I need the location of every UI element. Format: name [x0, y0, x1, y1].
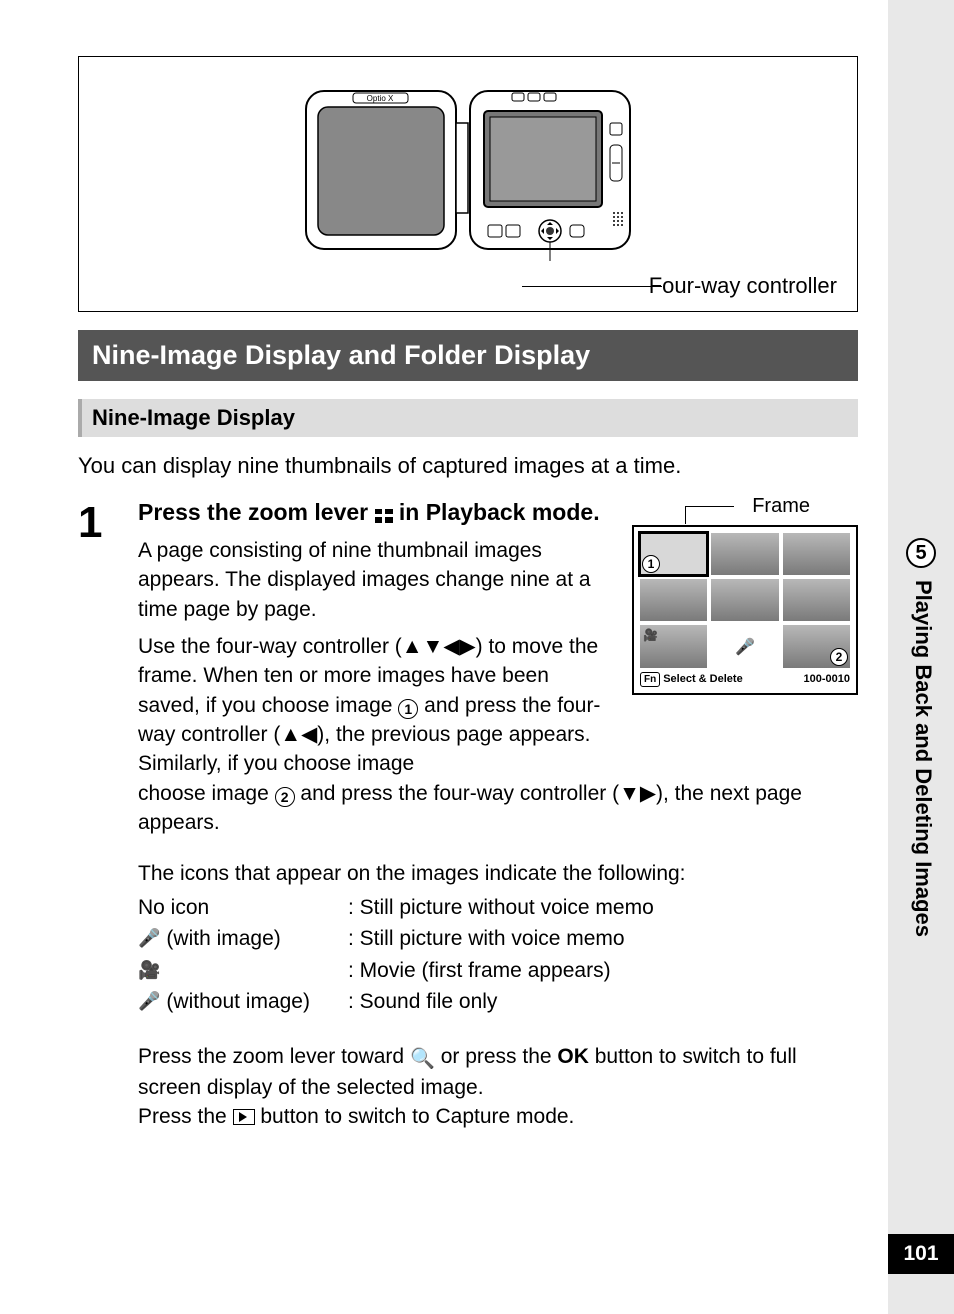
thumbnail-9: 2 — [783, 625, 850, 667]
fn-badge: Fn — [640, 672, 660, 687]
icon-row-1-right: : Still picture without voice memo — [348, 892, 654, 924]
final-paragraph: Press the zoom lever toward 🔍 or press t… — [138, 1042, 858, 1132]
intro-text: You can display nine thumbnails of captu… — [78, 451, 858, 481]
thumbnail-8: 🎤 — [711, 625, 778, 667]
step-desc-continuation: choose image 2 and press the four-way co… — [138, 779, 858, 838]
svg-text:Optio X: Optio X — [367, 94, 394, 103]
thumbnail-4 — [640, 579, 707, 621]
zoom-out-icon — [375, 509, 393, 523]
step-title-b: in Playback mode. — [393, 499, 600, 525]
ok-button-label: OK — [557, 1045, 589, 1068]
step-desc-b-wrap: Use the four-way controller (▲▼◀▶) to mo… — [138, 632, 612, 779]
step-desc-c2: choose image — [138, 782, 275, 805]
thumbnail-2 — [711, 533, 778, 575]
icon-row-1: No icon : Still picture without voice me… — [138, 892, 858, 924]
icon-row-3: 🎥 : Movie (first frame appears) — [138, 955, 858, 987]
playback-icon — [233, 1109, 255, 1125]
icon-row-1-left: No icon — [138, 892, 348, 924]
circled-2: 2 — [275, 787, 295, 807]
icon-row-2-right: : Still picture with voice memo — [348, 923, 625, 955]
camera-illustration: Optio X — [298, 83, 638, 263]
video-icon: 🎥 — [138, 957, 160, 984]
overlay-circled-2: 2 — [830, 648, 848, 666]
final-e: button to switch to Capture mode. — [255, 1105, 575, 1128]
mic-icon: 🎤 — [138, 925, 160, 952]
thumbnail-6 — [783, 579, 850, 621]
icon-legend-table: No icon : Still picture without voice me… — [138, 892, 858, 1018]
chapter-number-badge: 5 — [906, 538, 936, 568]
mic-icon: 🎤 — [735, 637, 755, 657]
lcd-screen: 1 🎥 🎤 2 FnSelect & — [632, 525, 858, 695]
overlay-circled-1: 1 — [642, 555, 660, 573]
chapter-title: Playing Back and Deleting Images — [910, 580, 936, 937]
thumbnail-1: 1 — [640, 533, 707, 575]
four-way-controller-label: Four-way controller — [649, 273, 837, 299]
step-desc-a: A page consisting of nine thumbnail imag… — [138, 536, 612, 624]
frame-callout-line — [686, 506, 734, 507]
page-number: 101 — [888, 1234, 954, 1274]
thumbnail-3 — [783, 533, 850, 575]
magnify-icon: 🔍 — [410, 1048, 435, 1070]
icon-row-2-left: (with image) — [166, 923, 280, 955]
subsection-title: Nine-Image Display — [78, 399, 858, 437]
final-a: Press the zoom lever toward — [138, 1045, 410, 1068]
icon-row-4-left: (without image) — [166, 986, 310, 1018]
select-delete-label: FnSelect & Delete — [640, 672, 743, 687]
step-title-a: Press the zoom lever — [138, 499, 375, 525]
icons-intro: The icons that appear on the images indi… — [138, 862, 858, 886]
thumbnail-grid: 1 🎥 🎤 2 — [640, 533, 850, 668]
thumbnail-7: 🎥 — [640, 625, 707, 667]
circled-1: 1 — [398, 699, 418, 719]
icon-row-4-right: : Sound file only — [348, 986, 497, 1018]
lcd-screen-figure: Frame 1 🎥 🎤 — [632, 497, 858, 779]
icon-row-2: 🎤(with image) : Still picture with voice… — [138, 923, 858, 955]
folder-number: 100-0010 — [804, 673, 851, 685]
final-b: or press the — [435, 1045, 558, 1068]
step-1: 1 Press the zoom lever in Playback mode.… — [78, 497, 858, 1132]
icon-row-4: 🎤(without image) : Sound file only — [138, 986, 858, 1018]
step-number: 1 — [78, 501, 138, 1132]
lcd-status-bar: FnSelect & Delete 100-0010 — [640, 668, 850, 687]
callout-line — [522, 286, 662, 287]
mic-icon: 🎤 — [138, 988, 160, 1015]
thumbnail-5 — [711, 579, 778, 621]
icon-row-3-right: : Movie (first frame appears) — [348, 955, 611, 987]
section-title: Nine-Image Display and Folder Display — [78, 330, 858, 381]
camera-diagram: Optio X — [78, 56, 858, 312]
step-title: Press the zoom lever in Playback mode. — [138, 497, 612, 528]
sidebar: 5 Playing Back and Deleting Images 101 — [888, 0, 954, 1314]
final-d: Press the — [138, 1105, 233, 1128]
select-delete-text: Select & Delete — [663, 673, 742, 685]
frame-label: Frame — [752, 495, 810, 518]
frame-callout-tick — [685, 506, 686, 524]
video-icon: 🎥 — [643, 628, 658, 642]
